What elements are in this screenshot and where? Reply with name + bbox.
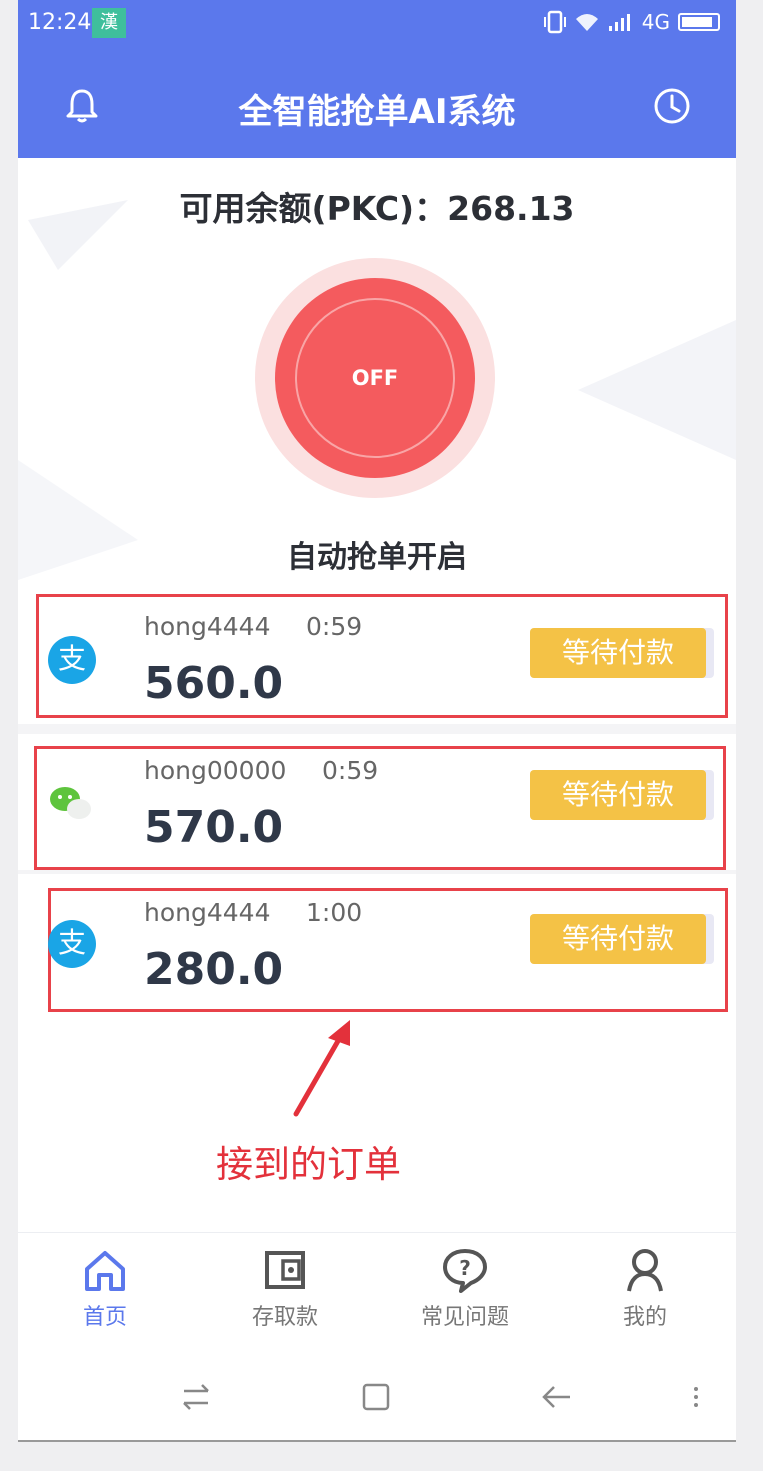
nav-label-faq: 常见问题 (420, 1305, 509, 1330)
home-square-icon[interactable] (356, 1377, 396, 1417)
back-arrow-icon[interactable] (536, 1377, 576, 1417)
app-notification-icon: 漢 (92, 8, 126, 38)
network-type: 4G (641, 10, 670, 34)
order-amount: 280.0 (144, 944, 284, 995)
order-username: hong00000 (144, 756, 287, 785)
status-time: 12:24 (28, 10, 92, 35)
top-nav-bar: 全智能抢单AI系统 (18, 60, 736, 150)
phone-screen: 12:24 漢 4G 全智能抢单AI系统 可用余额(PKC)：268.13 OF… (18, 0, 736, 1442)
signal-icon (608, 14, 630, 31)
home-icon (85, 1251, 125, 1291)
available-balance: 可用余额(PKC)：268.13 (179, 189, 575, 228)
status-bar: 12:24 漢 4G (18, 0, 736, 50)
bottom-navigation: 首页 存取款 ? 常见问题 我的 (18, 1232, 736, 1342)
status-indicators: 4G (543, 10, 720, 34)
auto-grab-label: 自动抢单开启 (287, 540, 467, 575)
order-item[interactable]: hong00000 0:59 570.0 等待付款 (18, 734, 736, 870)
bottom-edge-line (18, 1440, 736, 1442)
toggle-label: OFF (351, 366, 399, 390)
divider (18, 870, 736, 874)
nav-label-mine: 我的 (622, 1305, 667, 1330)
app-title: 全智能抢单AI系统 (238, 92, 516, 132)
order-countdown: 1:00 (306, 898, 363, 927)
divider (18, 724, 736, 734)
alipay-icon: 支 (48, 920, 96, 968)
question-icon: ? (443, 1249, 487, 1293)
alipay-icon: 支 (48, 636, 96, 684)
nav-home[interactable]: 首页 (30, 1247, 180, 1331)
vibrate-icon (543, 10, 566, 34)
more-options-icon[interactable] (676, 1377, 716, 1417)
system-navigation (18, 1355, 736, 1435)
order-username: hong4444 (144, 612, 271, 641)
waiting-payment-button[interactable]: 等待付款 (530, 770, 706, 820)
order-countdown: 0:59 (306, 612, 363, 641)
waiting-payment-button[interactable]: 等待付款 (530, 914, 706, 964)
toggle-button[interactable]: OFF (275, 278, 475, 478)
wechat-icon (50, 787, 91, 819)
nav-label-home: 首页 (82, 1305, 127, 1330)
order-countdown: 0:59 (322, 756, 379, 785)
recent-apps-icon[interactable] (176, 1377, 216, 1417)
order-amount: 560.0 (144, 658, 284, 709)
auto-grab-toggle[interactable]: OFF (255, 258, 495, 498)
order-amount: 570.0 (144, 802, 284, 853)
order-username: hong4444 (144, 898, 271, 927)
wifi-icon (575, 14, 598, 31)
nav-faq[interactable]: ? 常见问题 (390, 1247, 540, 1331)
app-header: 12:24 漢 4G 全智能抢单AI系统 (18, 0, 736, 158)
wallet-icon (265, 1251, 305, 1289)
annotation-label: 接到的订单 (216, 1143, 401, 1186)
waiting-payment-button[interactable]: 等待付款 (530, 628, 706, 678)
nav-label-wallet: 存取款 (251, 1305, 318, 1330)
annotation-arrow (293, 1020, 350, 1117)
order-item[interactable]: 支 hong4444 1:00 280.0 等待付款 (18, 876, 736, 1012)
order-item[interactable]: 支 hong4444 0:59 560.0 等待付款 (18, 592, 736, 722)
nav-deposit-withdraw[interactable]: 存取款 (210, 1247, 360, 1331)
battery-icon (678, 13, 720, 31)
history-clock-icon[interactable] (652, 86, 692, 126)
nav-mine[interactable]: 我的 (570, 1247, 720, 1331)
user-icon (627, 1249, 663, 1292)
svg-text:?: ? (459, 1256, 471, 1280)
